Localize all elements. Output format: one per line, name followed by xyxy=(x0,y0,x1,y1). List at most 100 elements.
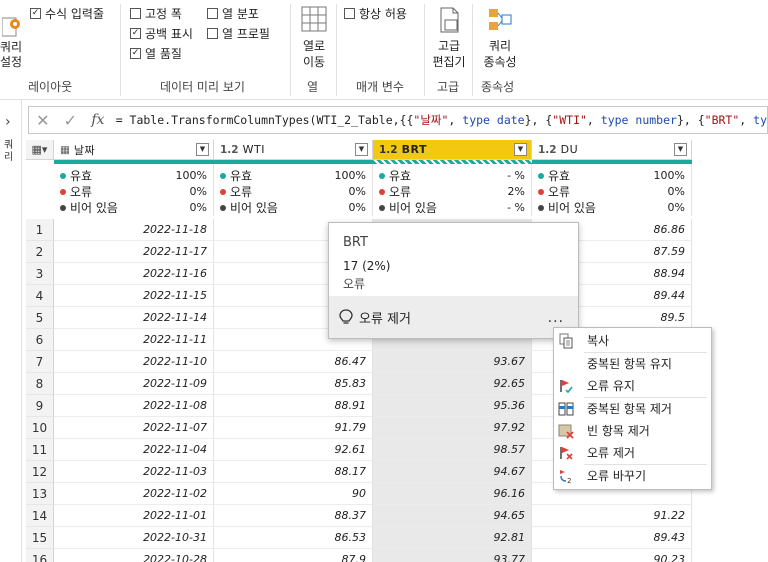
table-cell-du[interactable]: 90.23 xyxy=(532,549,692,562)
formula-bar-checkbox[interactable]: ✓ 수식 입력줄 xyxy=(30,5,104,22)
table-cell-wti[interactable]: 90 xyxy=(214,483,373,505)
table-cell-date[interactable]: 2022-11-15 xyxy=(54,285,214,307)
table-cell-brt[interactable]: 92.65 xyxy=(373,373,532,395)
column-header-wti[interactable]: 1.2 WTI ▼ xyxy=(214,140,373,160)
row-number[interactable]: 16 xyxy=(26,549,54,562)
column-header-date[interactable]: ▦ 날짜 ▼ xyxy=(54,140,214,160)
table-cell-wti[interactable]: 91.79 xyxy=(214,417,373,439)
table-cell-brt[interactable]: 93.77 xyxy=(373,549,532,562)
queries-pane-collapsed[interactable]: › 쿼리 xyxy=(0,100,22,562)
table-cell-wti[interactable]: 85.83 xyxy=(214,373,373,395)
table-menu-button[interactable]: ▦▾ xyxy=(26,140,54,160)
row-number[interactable]: 9 xyxy=(26,395,54,417)
show-whitespace-checkbox[interactable]: ✓ 공백 표시 xyxy=(130,25,193,42)
table-cell-date[interactable]: 2022-11-09 xyxy=(54,373,214,395)
table-cell-wti[interactable]: 88.17 xyxy=(214,461,373,483)
column-profile-checkbox[interactable]: 열 프로필 xyxy=(207,25,270,42)
expand-pane-icon[interactable]: › xyxy=(5,114,11,130)
row-number[interactable]: 12 xyxy=(26,461,54,483)
query-settings-button[interactable]: 쿼리 설정 xyxy=(0,4,22,70)
table-cell-wti[interactable]: 88.91 xyxy=(214,395,373,417)
menu-item-remove-duplicates[interactable]: 중복된 항목 제거 xyxy=(554,398,711,420)
table-cell-date[interactable]: 2022-11-11 xyxy=(54,329,214,351)
menu-item-keep-errors[interactable]: 오류 유지 xyxy=(554,375,711,397)
tooltip-count: 17 (2%) xyxy=(343,259,391,273)
date-type-icon[interactable]: ▦ xyxy=(60,144,70,156)
table-cell-wti[interactable]: 86.47 xyxy=(214,351,373,373)
column-quality-brt[interactable]: 유효 - % 오류 2% 비어 있음 - % xyxy=(373,164,532,216)
decimal-type-icon[interactable]: 1.2 xyxy=(538,144,557,156)
table-cell-brt[interactable]: 93.67 xyxy=(373,351,532,373)
table-cell-wti[interactable]: 87.9 xyxy=(214,549,373,562)
row-number[interactable]: 10 xyxy=(26,417,54,439)
table-cell-date[interactable]: 2022-11-17 xyxy=(54,241,214,263)
menu-item-remove-errors[interactable]: 오류 제거 xyxy=(554,442,711,464)
menu-item-keep-duplicates[interactable]: 중복된 항목 유지 xyxy=(554,353,711,375)
row-number[interactable]: 1 xyxy=(26,219,54,241)
tooltip-kind: 오류 xyxy=(343,277,366,291)
table-cell-brt[interactable]: 92.81 xyxy=(373,527,532,549)
table-cell-date[interactable]: 2022-11-18 xyxy=(54,219,214,241)
table-cell-brt[interactable]: 97.92 xyxy=(373,417,532,439)
table-cell-wti[interactable]: 88.37 xyxy=(214,505,373,527)
error-label: 오류 xyxy=(548,185,571,199)
table-cell-brt[interactable]: 96.16 xyxy=(373,483,532,505)
row-number[interactable]: 6 xyxy=(26,329,54,351)
table-cell-date[interactable]: 2022-11-02 xyxy=(54,483,214,505)
table-cell-date[interactable]: 2022-11-03 xyxy=(54,461,214,483)
column-header-du[interactable]: 1.2 DU ▼ xyxy=(532,140,692,160)
always-allow-checkbox[interactable]: 항상 허용 xyxy=(344,5,407,22)
row-number[interactable]: 8 xyxy=(26,373,54,395)
column-quality-checkbox[interactable]: ✓ 열 품질 xyxy=(130,45,182,62)
table-cell-du[interactable]: 91.22 xyxy=(532,505,692,527)
row-number[interactable]: 15 xyxy=(26,527,54,549)
menu-item-copy[interactable]: 복사 xyxy=(554,330,711,352)
formula-input[interactable]: = Table.TransformColumnTypes(WTI_2_Table… xyxy=(112,112,767,128)
table-cell-date[interactable]: 2022-10-31 xyxy=(54,527,214,549)
menu-item-replace-errors[interactable]: 2 오류 바꾸기 xyxy=(554,465,711,487)
dropdown-icon[interactable]: ▼ xyxy=(196,143,209,156)
table-cell-brt[interactable]: 95.36 xyxy=(373,395,532,417)
row-number[interactable]: 14 xyxy=(26,505,54,527)
fx-icon[interactable]: fx xyxy=(84,112,112,128)
table-cell-date[interactable]: 2022-11-14 xyxy=(54,307,214,329)
query-dependencies-button[interactable]: 쿼리 종속성 xyxy=(478,4,522,70)
column-header-brt[interactable]: 1.2 BRT ▼ xyxy=(373,140,532,160)
monospace-checkbox[interactable]: 고정 폭 xyxy=(130,5,182,22)
keep-errors-icon xyxy=(560,380,573,394)
table-cell-brt[interactable]: 98.57 xyxy=(373,439,532,461)
table-cell-wti[interactable]: 86.53 xyxy=(214,527,373,549)
row-number[interactable]: 2 xyxy=(26,241,54,263)
column-distribution-checkbox[interactable]: 열 분포 xyxy=(207,5,259,22)
valid-value: - % xyxy=(507,169,525,182)
commit-icon[interactable]: ✓ xyxy=(57,111,85,130)
more-options-icon[interactable]: ... xyxy=(548,310,564,326)
decimal-type-icon[interactable]: 1.2 xyxy=(220,144,239,156)
row-number[interactable]: 13 xyxy=(26,483,54,505)
go-to-column-button[interactable]: 열로 이동 xyxy=(296,4,332,70)
table-cell-brt[interactable]: 94.65 xyxy=(373,505,532,527)
table-cell-date[interactable]: 2022-11-08 xyxy=(54,395,214,417)
row-number[interactable]: 3 xyxy=(26,263,54,285)
table-cell-du[interactable]: 89.43 xyxy=(532,527,692,549)
advanced-editor-button[interactable]: 고급 편집기 xyxy=(430,4,468,70)
row-number[interactable]: 4 xyxy=(26,285,54,307)
table-cell-date[interactable]: 2022-11-10 xyxy=(54,351,214,373)
table-cell-date[interactable]: 2022-11-04 xyxy=(54,439,214,461)
table-cell-brt[interactable]: 94.67 xyxy=(373,461,532,483)
remove-errors-action[interactable]: 오류 제거 xyxy=(329,296,578,338)
table-cell-date[interactable]: 2022-10-28 xyxy=(54,549,214,562)
table-cell-wti[interactable]: 92.61 xyxy=(214,439,373,461)
row-number[interactable]: 5 xyxy=(26,307,54,329)
dropdown-icon[interactable]: ▼ xyxy=(674,143,687,156)
dropdown-icon[interactable]: ▼ xyxy=(355,143,368,156)
row-number[interactable]: 11 xyxy=(26,439,54,461)
decimal-type-icon[interactable]: 1.2 xyxy=(379,144,398,156)
row-number[interactable]: 7 xyxy=(26,351,54,373)
cancel-icon[interactable]: ✕ xyxy=(29,111,57,130)
table-cell-date[interactable]: 2022-11-07 xyxy=(54,417,214,439)
table-cell-date[interactable]: 2022-11-01 xyxy=(54,505,214,527)
menu-item-remove-empty[interactable]: 빈 항목 제거 xyxy=(554,420,711,442)
table-cell-date[interactable]: 2022-11-16 xyxy=(54,263,214,285)
dropdown-icon[interactable]: ▼ xyxy=(514,143,527,156)
